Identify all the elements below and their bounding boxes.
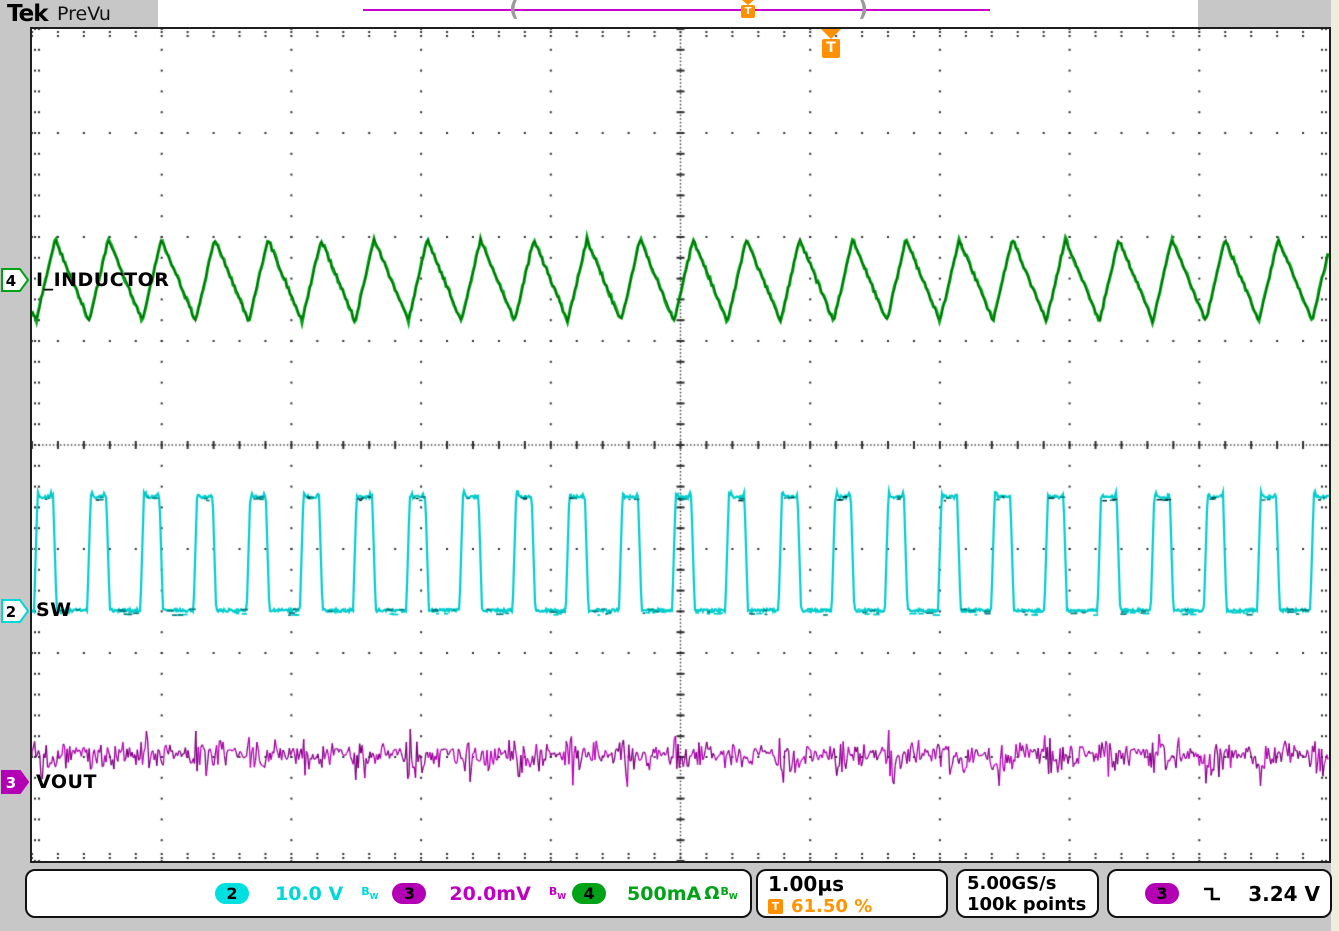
channel4-marker-label: 4: [6, 272, 16, 290]
channel3-position-marker[interactable]: 3: [1, 770, 29, 794]
channel3-bandwidth-icon: BW: [549, 885, 566, 902]
record-trigger-flag[interactable]: T: [740, 0, 756, 18]
record-trigger-flag-icon: T: [741, 5, 755, 18]
record-length: 100k points: [967, 894, 1088, 915]
record-window-bracket-right[interactable]: ): [858, 0, 868, 22]
channel-readout-box[interactable]: 2 10.0 V BW 3 20.0mV BW 4 500mA Ω BW: [25, 869, 752, 918]
trigger-level-value: 3.24 V: [1248, 882, 1322, 906]
channel4-scale: 500mA: [627, 883, 701, 905]
channel4-badge[interactable]: 4: [572, 883, 606, 904]
channel4-impedance-icon: Ω: [704, 883, 719, 904]
trigger-readout-box[interactable]: 3 3.24 V: [1107, 869, 1332, 918]
horizontal-readout-box[interactable]: 1.00µs T 61.50 %: [756, 869, 948, 918]
waveform-display: [32, 29, 1329, 861]
topbar-background: [158, 0, 1198, 27]
trigger-position-arrow-icon: [821, 29, 841, 39]
sample-rate: 5.00GS/s: [967, 873, 1088, 894]
timebase-value: 1.00µs: [768, 873, 936, 895]
trigger-position-percent: 61.50 %: [791, 896, 872, 917]
falling-edge-icon: [1201, 885, 1225, 903]
screen-right-strip: [1331, 0, 1339, 931]
channel2-badge[interactable]: 2: [215, 883, 249, 904]
trigger-source-badge[interactable]: 3: [1145, 883, 1179, 904]
channel3-marker-label: 3: [6, 774, 16, 792]
graticule: T I_INDUCTOR SW VOUT: [30, 27, 1331, 863]
channel2-marker-label: 2: [6, 603, 16, 621]
tek-logo: Tek: [7, 1, 48, 27]
acquisition-status: PreVu: [57, 3, 111, 25]
trigger-position-flag-icon: T: [822, 39, 840, 58]
record-window-bracket-left[interactable]: (: [509, 0, 519, 22]
channel3-scale: 20.0mV: [449, 883, 530, 905]
channel2-position-marker[interactable]: 2: [1, 599, 29, 623]
wave-label-ch3: VOUT: [36, 771, 97, 793]
trigger-flag-icon: T: [768, 899, 783, 914]
channel2-bandwidth-icon: BW: [361, 885, 378, 902]
channel2-scale: 10.0 V: [275, 883, 343, 905]
channel4-position-marker[interactable]: 4: [1, 268, 29, 292]
channel4-bandwidth-icon: BW: [721, 885, 738, 902]
acquisition-readout-box[interactable]: 5.00GS/s 100k points: [956, 869, 1099, 918]
wave-label-ch4: I_INDUCTOR: [36, 269, 169, 291]
channel3-badge[interactable]: 3: [392, 883, 426, 904]
record-view-line: [363, 9, 990, 11]
wave-label-ch2: SW: [36, 599, 72, 621]
trigger-position-marker[interactable]: T: [821, 29, 841, 58]
